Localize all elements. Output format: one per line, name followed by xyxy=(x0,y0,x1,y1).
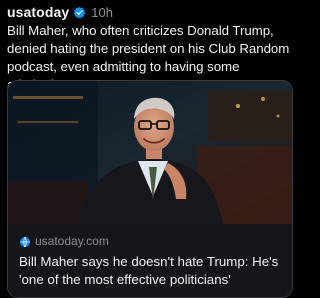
globe-icon xyxy=(19,235,31,248)
verified-badge-icon xyxy=(73,6,86,19)
link-domain-row: usatoday.com xyxy=(19,234,109,248)
post[interactable]: usatoday 10h Bill Maher, who often criti… xyxy=(0,0,300,298)
link-preview-card[interactable]: usatoday.com Bill Maher says he doesn't … xyxy=(7,80,293,298)
username[interactable]: usatoday xyxy=(7,4,69,20)
post-timestamp: 10h xyxy=(91,4,113,20)
photo-thumbnail xyxy=(8,81,292,224)
link-preview-meta: usatoday.com Bill Maher says he doesn't … xyxy=(8,224,292,297)
post-header: usatoday 10h xyxy=(7,3,113,21)
link-domain: usatoday.com xyxy=(35,234,109,248)
link-title[interactable]: Bill Maher says he doesn't hate Trump: H… xyxy=(19,253,291,289)
